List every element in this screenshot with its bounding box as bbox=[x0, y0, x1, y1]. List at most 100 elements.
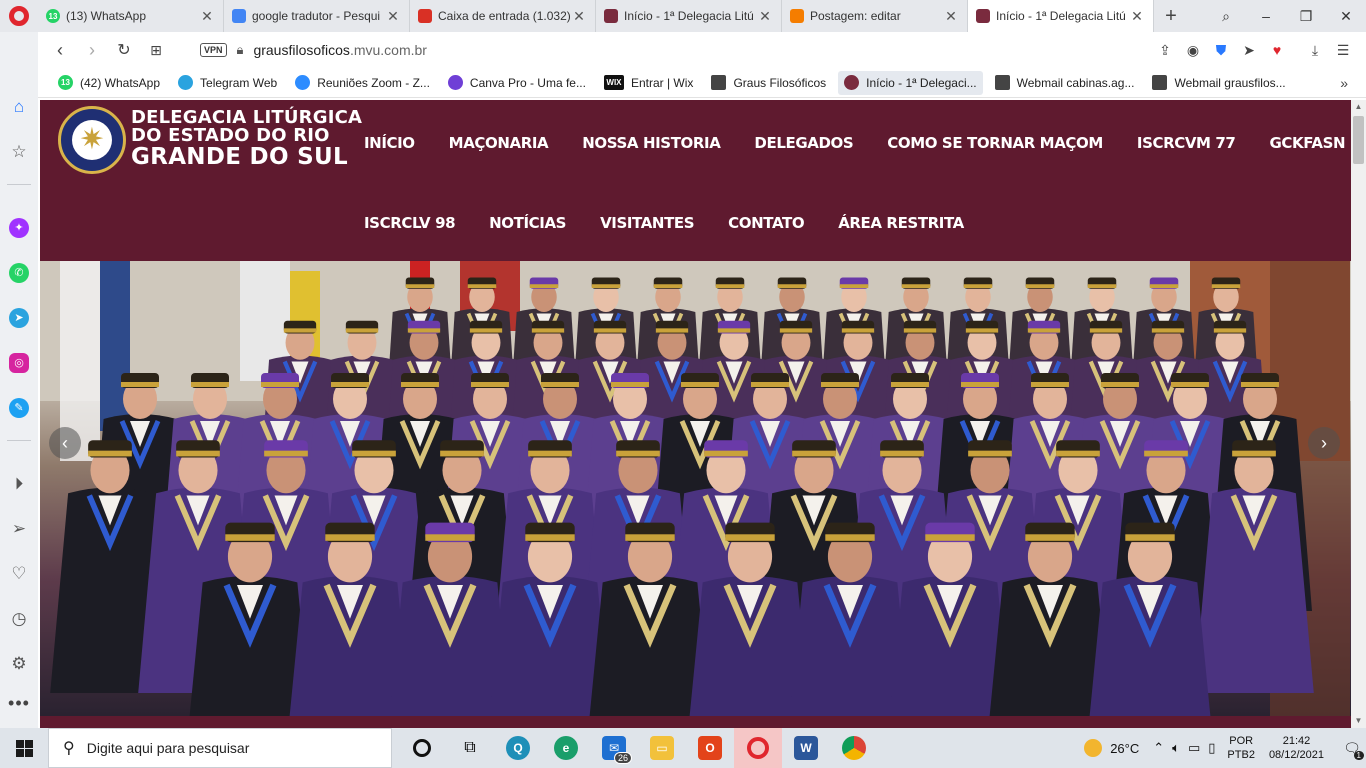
tab-close-icon[interactable]: ✕ bbox=[199, 8, 215, 25]
bookmarks-more-icon[interactable]: » bbox=[1340, 75, 1348, 91]
taskbar-office[interactable]: O bbox=[686, 728, 734, 768]
taskbar-task-view[interactable]: ⧉ bbox=[446, 728, 494, 768]
bookmark-label: Entrar | Wix bbox=[630, 75, 694, 90]
sidebar-bookmarks[interactable]: ♡ bbox=[0, 551, 38, 596]
reload-icon[interactable]: ↻ bbox=[108, 34, 140, 66]
taskbar-apps: ⧉ Q e ✉ 26 ▭ O W bbox=[398, 728, 878, 768]
taskbar-search[interactable]: ⚲ Digite aqui para pesquisar bbox=[48, 728, 392, 768]
bookmark-item[interactable]: WIX Entrar | Wix bbox=[598, 71, 699, 95]
url-field[interactable]: grausfilosoficos.mvu.com.br bbox=[253, 42, 1154, 58]
battery-icon[interactable]: ▯ bbox=[1208, 740, 1215, 756]
heart-icon[interactable]: ♥ bbox=[1266, 39, 1288, 61]
whatsapp-icon: 13 bbox=[46, 9, 60, 23]
browser-tab[interactable]: Postagem: editar ✕ bbox=[782, 0, 968, 32]
browser-tab[interactable]: Início - 1ª Delegacia Litú ✕ bbox=[968, 0, 1154, 32]
taskbar-opera[interactable] bbox=[734, 728, 782, 768]
chevron-up-icon[interactable]: ⌃ bbox=[1153, 740, 1164, 756]
shield-icon[interactable]: ⛊ bbox=[1210, 39, 1232, 61]
back-icon[interactable]: ‹ bbox=[44, 34, 76, 66]
tab-close-icon[interactable]: ✕ bbox=[943, 8, 959, 25]
tab-close-icon[interactable]: ✕ bbox=[1129, 8, 1145, 25]
hero-carousel[interactable]: ‹ › bbox=[40, 261, 1351, 716]
bookmark-item[interactable]: Reuniões Zoom - Z... bbox=[289, 71, 436, 95]
tab-close-icon[interactable]: ✕ bbox=[385, 8, 401, 25]
sidebar-instagram[interactable]: ◎ bbox=[0, 340, 38, 385]
carousel-next-button[interactable]: › bbox=[1308, 427, 1340, 459]
close-window-icon[interactable]: ✕ bbox=[1326, 0, 1366, 32]
browser-tab[interactable]: Caixa de entrada (1.032) ✕ bbox=[410, 0, 596, 32]
bookmark-item[interactable]: Webmail grausfilos... bbox=[1146, 71, 1291, 95]
taskbar-chrome[interactable] bbox=[830, 728, 878, 768]
network-icon[interactable]: ▭ bbox=[1188, 740, 1200, 756]
snapshot-icon[interactable]: ◉ bbox=[1182, 39, 1204, 61]
logo-seal-icon[interactable]: ✷ bbox=[58, 106, 126, 174]
taskbar-cortana[interactable] bbox=[398, 728, 446, 768]
sidebar-pinboard[interactable]: ☆ bbox=[0, 129, 38, 174]
bookmark-item[interactable]: 13 (42) WhatsApp bbox=[52, 71, 166, 95]
bookmark-item[interactable]: Canva Pro - Uma fe... bbox=[442, 71, 592, 95]
sidebar-telegram[interactable]: ➤ bbox=[0, 295, 38, 340]
start-button[interactable] bbox=[0, 728, 48, 768]
browser-tab[interactable]: Início - 1ª Delegacia Litú ✕ bbox=[596, 0, 782, 32]
vpn-badge[interactable]: VPN bbox=[200, 43, 227, 57]
menu-item[interactable]: CONTATO bbox=[728, 214, 804, 232]
tab-close-icon[interactable]: ✕ bbox=[571, 8, 587, 25]
page-icon bbox=[994, 75, 1010, 90]
browser-tab[interactable]: 13 (13) WhatsApp ✕ bbox=[38, 0, 224, 32]
speed-dial-icon[interactable]: ⊞ bbox=[140, 34, 172, 66]
taskbar-word[interactable]: W bbox=[782, 728, 830, 768]
sidebar-twitter[interactable]: ✎ bbox=[0, 385, 38, 430]
scroll-thumb[interactable] bbox=[1353, 116, 1364, 164]
share-icon[interactable]: ⇪ bbox=[1154, 39, 1176, 61]
menu-item[interactable]: GCKFASN 144 bbox=[1269, 134, 1351, 152]
sidebar-home[interactable]: ⌂ bbox=[0, 84, 38, 129]
minimize-icon[interactable]: – bbox=[1246, 0, 1286, 32]
forward-icon[interactable]: › bbox=[76, 34, 108, 66]
menu-item[interactable]: INÍCIO bbox=[364, 134, 415, 152]
download-icon[interactable]: ⤓ bbox=[1304, 39, 1326, 61]
notification-center-button[interactable]: 🗨︎ 1 bbox=[1338, 728, 1366, 768]
sidebar-messenger[interactable]: ✦ bbox=[0, 205, 38, 250]
weather-widget[interactable]: 26°C bbox=[1084, 739, 1139, 757]
opera-menu-button[interactable] bbox=[0, 0, 38, 32]
bookmark-item[interactable]: Telegram Web bbox=[172, 71, 283, 95]
scroll-down-icon[interactable]: ▼ bbox=[1351, 714, 1366, 728]
menu-item[interactable]: NOTÍCIAS bbox=[489, 214, 566, 232]
tab-close-icon[interactable]: ✕ bbox=[757, 8, 773, 25]
sidebar-more-icon[interactable]: ••• bbox=[8, 693, 30, 714]
taskbar-app-q[interactable]: Q bbox=[494, 728, 542, 768]
send-icon[interactable]: ➤ bbox=[1238, 39, 1260, 61]
taskbar-edge[interactable]: e bbox=[542, 728, 590, 768]
menu-item[interactable]: MAÇONARIA bbox=[449, 134, 549, 152]
scroll-up-icon[interactable]: ▲ bbox=[1351, 100, 1366, 114]
new-tab-button[interactable]: + bbox=[1154, 0, 1188, 32]
sidebar-history[interactable]: ◷ bbox=[0, 596, 38, 641]
bookmark-item[interactable]: Graus Filosóficos bbox=[705, 71, 832, 95]
lock-icon[interactable]: 🔒︎ bbox=[237, 42, 244, 58]
browser-tab[interactable]: google tradutor - Pesqui ✕ bbox=[224, 0, 410, 32]
easy-setup-icon[interactable]: ☰ bbox=[1332, 39, 1354, 61]
sidebar-flow[interactable]: ➢ bbox=[0, 506, 38, 551]
sidebar-settings[interactable]: ⚙ bbox=[0, 641, 38, 686]
carousel-prev-button[interactable]: ‹ bbox=[49, 427, 81, 459]
volume-icon[interactable]: 🔈︎ bbox=[1172, 740, 1180, 756]
menu-item[interactable]: VISITANTES bbox=[600, 214, 694, 232]
search-tabs-icon[interactable]: ⌕ bbox=[1206, 0, 1246, 32]
sidebar-whatsapp[interactable]: ✆ bbox=[0, 250, 38, 295]
sidebar-player[interactable]: ⏵ bbox=[0, 461, 38, 506]
bookmark-item[interactable]: Início - 1ª Delegaci... bbox=[838, 70, 983, 95]
restore-icon[interactable]: ❐ bbox=[1286, 0, 1326, 32]
taskbar-mail[interactable]: ✉ 26 bbox=[590, 728, 638, 768]
language-indicator[interactable]: POR PTB2 bbox=[1227, 734, 1255, 762]
menu-item[interactable]: NOSSA HISTORIA bbox=[582, 134, 721, 152]
site-logo-text[interactable]: DELEGACIA LITÚRGICA DO ESTADO DO RIO GRA… bbox=[131, 109, 362, 169]
menu-item[interactable]: ISCRCLV 98 bbox=[364, 214, 456, 232]
menu-item[interactable]: ISCRCVM 77 bbox=[1137, 134, 1236, 152]
taskbar-explorer[interactable]: ▭ bbox=[638, 728, 686, 768]
bookmark-item[interactable]: Webmail cabinas.ag... bbox=[989, 71, 1141, 95]
menu-item[interactable]: DELEGADOS bbox=[754, 134, 853, 152]
menu-item[interactable]: ÁREA RESTRITA bbox=[838, 214, 964, 232]
page-scrollbar[interactable]: ▲ ▼ bbox=[1351, 100, 1366, 728]
clock[interactable]: 21:42 08/12/2021 bbox=[1269, 734, 1324, 762]
menu-item[interactable]: COMO SE TORNAR MAÇOM bbox=[887, 134, 1103, 152]
